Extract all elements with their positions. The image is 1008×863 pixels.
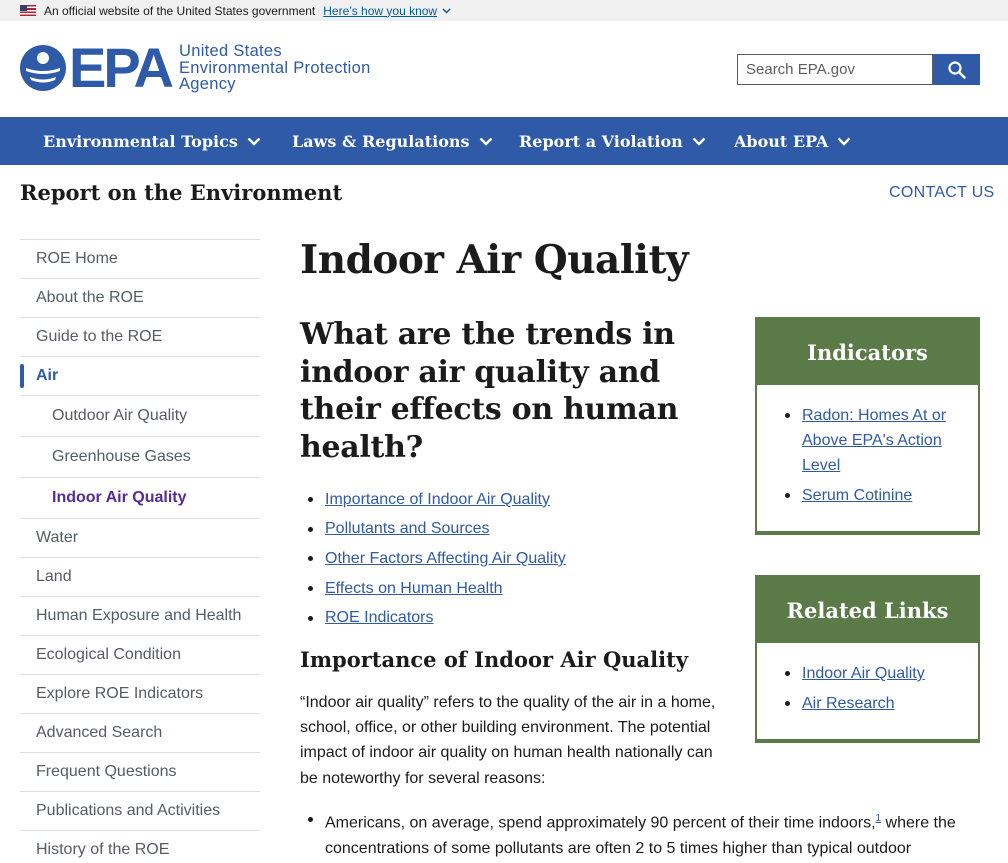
sidebar-item-about-roe[interactable]: About the ROE xyxy=(20,279,260,318)
list-item: Americans, on average, spend approximate… xyxy=(308,806,988,862)
sidebar-item-air[interactable]: Air xyxy=(20,357,260,396)
toc-link-indicators[interactable]: ROE Indicators xyxy=(325,609,433,627)
gov-banner-text: An official website of the United States… xyxy=(44,3,316,18)
sidebar-item-advanced-search[interactable]: Advanced Search xyxy=(20,714,260,753)
search-button[interactable] xyxy=(933,54,980,85)
us-flag-icon xyxy=(20,5,36,16)
side-nav: ROE Home About the ROE Guide to the ROE … xyxy=(20,239,260,863)
epa-logo[interactable]: EPA United States Environmental Protecti… xyxy=(19,35,371,99)
nav-label: About EPA xyxy=(734,131,829,151)
sidebar-item-ecological-condition[interactable]: Ecological Condition xyxy=(20,636,260,675)
list-item: Serum Cotinine xyxy=(785,483,964,508)
main-nav: Environmental Topics Laws & Regulations … xyxy=(0,117,1008,165)
gov-banner: An official website of the United States… xyxy=(0,0,1008,21)
agency-line: Agency xyxy=(179,75,236,93)
toc-item: Effects on Human Health xyxy=(308,574,566,604)
nav-label: Report a Violation xyxy=(519,131,683,151)
agency-line: United States xyxy=(179,42,282,60)
chevron-down-icon xyxy=(479,137,492,146)
sidebar-item-water[interactable]: Water xyxy=(20,519,260,558)
chevron-down-icon xyxy=(837,137,851,146)
sidebar-item-indoor-air-quality[interactable]: Indoor Air Quality xyxy=(20,478,260,519)
heres-how-you-know-label: Here’s how you know xyxy=(323,3,438,18)
nav-environmental-topics[interactable]: Environmental Topics xyxy=(43,117,261,165)
related-links-box-title: Related Links xyxy=(757,577,978,643)
sidebar-item-land[interactable]: Land xyxy=(20,558,260,597)
related-links-box: Related Links Indoor Air Quality Air Res… xyxy=(755,575,980,743)
list-item: Indoor Air Quality xyxy=(785,661,964,686)
sidebar-item-outdoor-air-quality[interactable]: Outdoor Air Quality xyxy=(20,396,260,437)
indicator-link-serum-cotinine[interactable]: Serum Cotinine xyxy=(802,487,912,504)
related-links-list: Indoor Air Quality Air Research xyxy=(757,643,978,735)
reasons-list: Americans, on average, spend approximate… xyxy=(308,806,988,862)
toc-link-other-factors[interactable]: Other Factors Affecting Air Quality xyxy=(325,550,566,568)
sidebar-item-frequent-questions[interactable]: Frequent Questions xyxy=(20,753,260,792)
agency-name: United States Environmental Protection A… xyxy=(179,43,371,93)
nav-report-violation[interactable]: Report a Violation xyxy=(519,117,706,165)
list-item: Air Research xyxy=(785,691,964,716)
chevron-down-icon xyxy=(442,7,451,14)
list-item: Radon: Homes At or Above EPA's Action Le… xyxy=(785,403,964,478)
related-link-air-research[interactable]: Air Research xyxy=(802,695,894,712)
chevron-down-icon xyxy=(247,137,261,146)
indicators-box-title: Indicators xyxy=(757,319,978,385)
sidebar-item-greenhouse-gases[interactable]: Greenhouse Gases xyxy=(20,437,260,478)
related-link-indoor-air-quality[interactable]: Indoor Air Quality xyxy=(802,665,925,682)
sidebar-item-explore-indicators[interactable]: Explore ROE Indicators xyxy=(20,675,260,714)
search-input[interactable] xyxy=(737,54,933,85)
toc-link-pollutants[interactable]: Pollutants and Sources xyxy=(325,520,490,538)
site-title[interactable]: Report on the Environment xyxy=(20,180,342,205)
nav-label: Environmental Topics xyxy=(43,131,238,151)
epa-wordmark: EPA xyxy=(69,35,174,99)
indicator-link-radon[interactable]: Radon: Homes At or Above EPA's Action Le… xyxy=(802,407,946,474)
agency-line: Environmental Protection xyxy=(179,58,371,77)
sidebar-item-human-exposure-health[interactable]: Human Exposure and Health xyxy=(20,597,260,636)
sidebar-item-guide-roe[interactable]: Guide to the ROE xyxy=(20,318,260,357)
chevron-down-icon xyxy=(692,137,706,146)
sidebar-item-history-roe[interactable]: History of the ROE xyxy=(20,831,260,863)
toc-link-effects[interactable]: Effects on Human Health xyxy=(325,580,503,598)
sidebar-item-roe-home[interactable]: ROE Home xyxy=(20,240,260,279)
indicators-box: Indicators Radon: Homes At or Above EPA'… xyxy=(755,317,980,535)
contact-us-link[interactable]: CONTACT US xyxy=(889,184,995,202)
toc-item: ROE Indicators xyxy=(308,603,566,633)
search-form xyxy=(737,54,980,85)
intro-paragraph: “Indoor air quality” refers to the quali… xyxy=(300,694,716,787)
search-icon xyxy=(947,60,966,79)
toc-item: Other Factors Affecting Air Quality xyxy=(308,544,566,574)
table-of-contents: Importance of Indoor Air Quality Polluta… xyxy=(308,485,566,633)
page-title: Indoor Air Quality xyxy=(300,237,689,283)
toc-link-importance[interactable]: Importance of Indoor Air Quality xyxy=(325,491,550,509)
nav-label: Laws & Regulations xyxy=(292,131,470,151)
toc-item: Importance of Indoor Air Quality xyxy=(308,485,566,515)
nav-about-epa[interactable]: About EPA xyxy=(734,117,851,165)
heres-how-you-know-link[interactable]: Here’s how you know xyxy=(323,4,451,18)
toc-item: Pollutants and Sources xyxy=(308,515,566,545)
nav-laws-regulations[interactable]: Laws & Regulations xyxy=(292,117,493,165)
indicators-list: Radon: Homes At or Above EPA's Action Le… xyxy=(757,385,978,527)
section-heading: Importance of Indoor Air Quality xyxy=(300,647,689,672)
question-heading: What are the trends in indoor air qualit… xyxy=(300,317,679,465)
bullet-text: Americans, on average, spend approximate… xyxy=(325,814,876,832)
sidebar-item-publications-activities[interactable]: Publications and Activities xyxy=(20,792,260,831)
epa-flower-logo-icon xyxy=(20,44,66,91)
